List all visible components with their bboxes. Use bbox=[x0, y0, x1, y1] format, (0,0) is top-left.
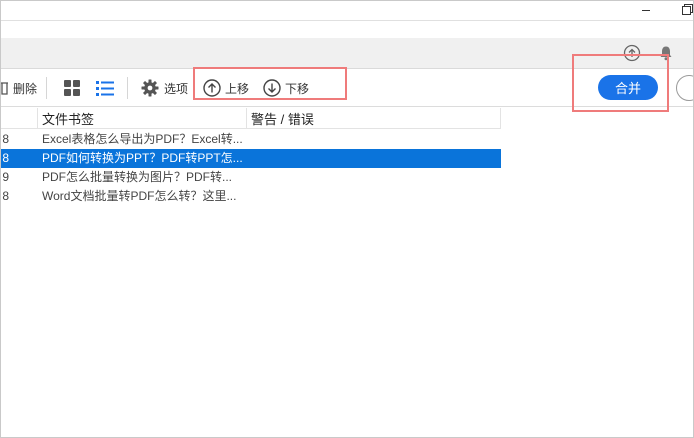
table-header: 文件书签 警告 / 错误 bbox=[1, 108, 501, 129]
table-row[interactable]: 8 Excel表格怎么导出为PDF？Excel转... bbox=[1, 130, 501, 149]
trash-icon bbox=[1, 82, 8, 95]
minimize-icon[interactable] bbox=[637, 3, 655, 17]
column-header-index bbox=[1, 108, 38, 129]
delete-button[interactable]: 删除 bbox=[1, 69, 37, 107]
move-down-button[interactable]: 下移 bbox=[263, 69, 309, 107]
app-window: 删除 选项 上移 下移 合并 文件书签 警告 / 错误 8 Excel表格怎么导… bbox=[0, 0, 694, 438]
row-bookmark: PDF怎么批量转换为图片？PDF转... bbox=[42, 170, 233, 184]
move-down-label: 下移 bbox=[285, 81, 310, 96]
move-up-button[interactable]: 上移 bbox=[203, 69, 249, 107]
row-number: 8 bbox=[2, 132, 9, 146]
list-view-button[interactable] bbox=[96, 69, 114, 107]
column-header-warning[interactable]: 警告 / 错误 bbox=[247, 108, 501, 129]
table-row[interactable]: 9 PDF怎么批量转换为图片？PDF转... bbox=[1, 168, 501, 187]
table-row-selected[interactable]: 8 PDF如何转换为PPT？PDF转PPT怎... bbox=[1, 149, 501, 168]
arrow-up-circle-icon bbox=[203, 79, 221, 97]
upload-icon[interactable] bbox=[623, 44, 641, 62]
toolbar: 删除 选项 上移 下移 bbox=[1, 69, 693, 107]
gear-icon bbox=[141, 79, 159, 97]
row-bookmark: PDF如何转换为PPT？PDF转PPT怎... bbox=[42, 151, 243, 165]
table-row[interactable]: 8 Word文档批量转PDF怎么转？这里... bbox=[1, 187, 501, 206]
move-up-label: 上移 bbox=[225, 81, 250, 96]
toolbar-divider bbox=[193, 77, 194, 99]
arrow-down-circle-icon bbox=[263, 79, 281, 97]
window-title-bar bbox=[1, 1, 693, 21]
grid-view-icon bbox=[64, 79, 80, 96]
header-band bbox=[1, 38, 693, 69]
toolbar-divider bbox=[127, 77, 128, 99]
toolbar-divider bbox=[46, 77, 47, 99]
grid-view-button[interactable] bbox=[64, 69, 81, 107]
options-label: 选项 bbox=[164, 81, 189, 96]
options-button[interactable]: 选项 bbox=[141, 69, 188, 107]
row-number: 9 bbox=[2, 170, 9, 184]
bell-icon[interactable] bbox=[657, 44, 675, 62]
list-view-icon bbox=[96, 80, 114, 96]
row-number: 8 bbox=[2, 151, 9, 165]
row-number: 8 bbox=[2, 189, 9, 203]
merge-button[interactable]: 合并 bbox=[598, 75, 658, 100]
row-bookmark: Word文档批量转PDF怎么转？这里... bbox=[42, 189, 237, 203]
restore-icon[interactable] bbox=[677, 3, 693, 17]
row-bookmark: Excel表格怎么导出为PDF？Excel转... bbox=[42, 132, 243, 146]
delete-label: 删除 bbox=[13, 81, 38, 96]
column-header-bookmark[interactable]: 文件书签 bbox=[38, 108, 247, 129]
